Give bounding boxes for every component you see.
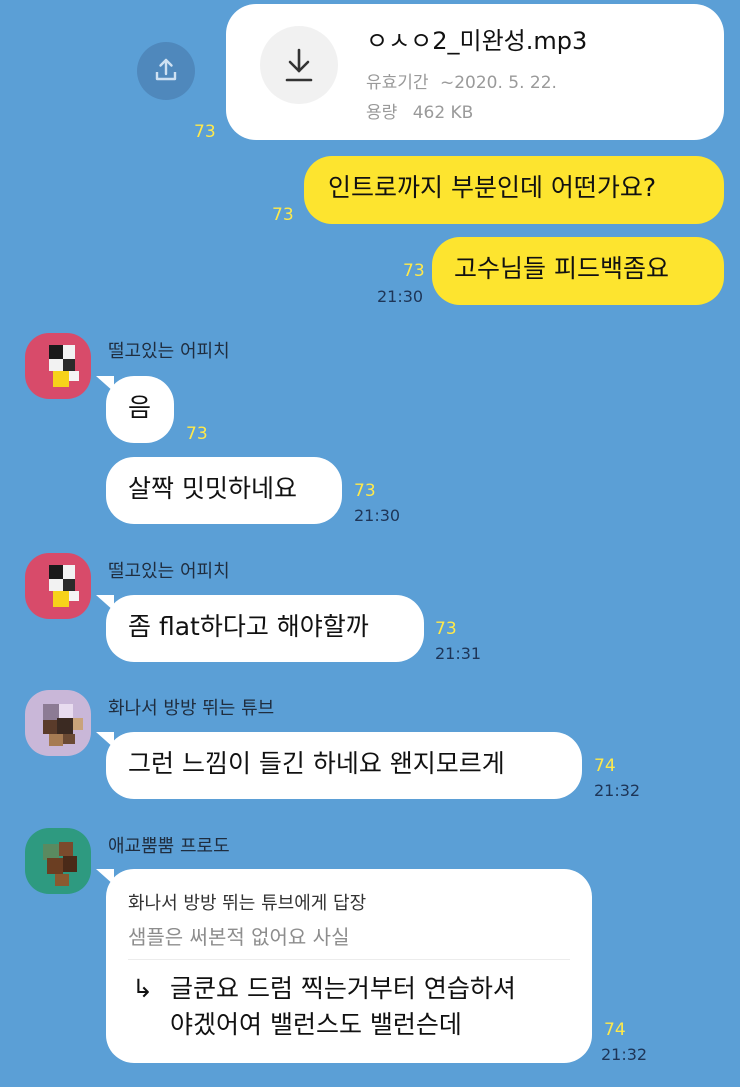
unread-count: 74: [604, 1020, 626, 1040]
avatar[interactable]: [25, 333, 91, 399]
unread-count: 73: [354, 481, 376, 501]
my-message-bubble[interactable]: 인트로까지 부분인데 어떤가요?: [304, 156, 724, 224]
avatar[interactable]: [25, 690, 91, 756]
message-text: 좀 flat하다고 해야할까: [128, 612, 369, 641]
sender-name: 떨고있는 어피치: [108, 561, 230, 582]
file-expiry: 유효기간 ~2020. 5. 22.: [366, 68, 557, 93]
avatar[interactable]: [25, 828, 91, 894]
unread-count: 73: [272, 205, 294, 225]
message-time: 21:30: [354, 506, 401, 525]
message-text: 그런 느낌이 들긴 하네요 왠지모르게: [128, 749, 505, 778]
sender-name: 화나서 방방 뛰는 튜브: [108, 698, 275, 719]
bubble-tail: [96, 595, 114, 611]
message-bubble[interactable]: 음: [106, 376, 174, 443]
message-time: 21:31: [435, 644, 482, 663]
message-text-line1: 글쿤요 드럼 찍는거부터 연습하셔: [170, 974, 516, 1003]
reply-to-label: 화나서 방방 뛰는 튜브에게 답장: [128, 893, 367, 914]
reply-message-bubble[interactable]: 화나서 방방 뛰는 튜브에게 답장 샘플은 써본적 없어요 사실 ↳ 글쿤요 드…: [106, 869, 592, 1063]
sender-name: 애교뿜뿜 프로도: [108, 836, 230, 857]
unread-count: 73: [194, 122, 216, 142]
message-time: 21:32: [594, 781, 641, 800]
unread-count: 73: [435, 619, 457, 639]
file-message-bubble[interactable]: ㅇㅅㅇ2_미완성.mp3 유효기간 ~2020. 5. 22. 용량 462 K…: [226, 4, 724, 140]
download-icon: [283, 47, 315, 83]
message-text: 음: [128, 393, 152, 422]
message-time: 21:32: [601, 1045, 648, 1064]
size-label: 용량: [366, 103, 398, 123]
share-button[interactable]: [137, 42, 195, 100]
bubble-tail: [96, 376, 114, 392]
expiry-label: 유효기간: [366, 73, 429, 93]
expiry-value: ~2020. 5. 22.: [439, 73, 557, 93]
message-text-line2: 야겠어여 밸런스도 밸런슨데: [170, 1010, 462, 1039]
unread-count: 73: [186, 424, 208, 444]
size-value: 462 KB: [412, 103, 474, 123]
avatar[interactable]: [25, 553, 91, 619]
file-name: ㅇㅅㅇ2_미완성.mp3: [366, 27, 588, 55]
message-bubble[interactable]: 좀 flat하다고 해야할까: [106, 595, 424, 662]
unread-count: 74: [594, 756, 616, 776]
download-button[interactable]: [260, 26, 338, 104]
message-text: 살짝 밋밋하네요: [128, 474, 297, 503]
file-size: 용량 462 KB: [366, 98, 473, 123]
sender-name: 떨고있는 어피치: [108, 341, 230, 362]
reply-quote: 샘플은 써본적 없어요 사실: [128, 925, 350, 949]
message-text: 고수님들 피드백좀요: [454, 254, 669, 283]
share-icon: [152, 56, 180, 84]
message-text: 인트로까지 부분인데 어떤가요?: [328, 173, 657, 202]
message-bubble[interactable]: 살짝 밋밋하네요: [106, 457, 342, 524]
message-bubble[interactable]: 그런 느낌이 들긴 하네요 왠지모르게: [106, 732, 582, 799]
unread-count: 73: [403, 261, 425, 281]
bubble-tail: [96, 732, 114, 748]
my-message-bubble[interactable]: 고수님들 피드백좀요: [432, 237, 724, 305]
message-time: 21:30: [377, 287, 424, 306]
reply-divider: [128, 959, 570, 960]
reply-arrow-icon: ↳: [132, 974, 153, 1003]
bubble-tail: [96, 869, 114, 885]
